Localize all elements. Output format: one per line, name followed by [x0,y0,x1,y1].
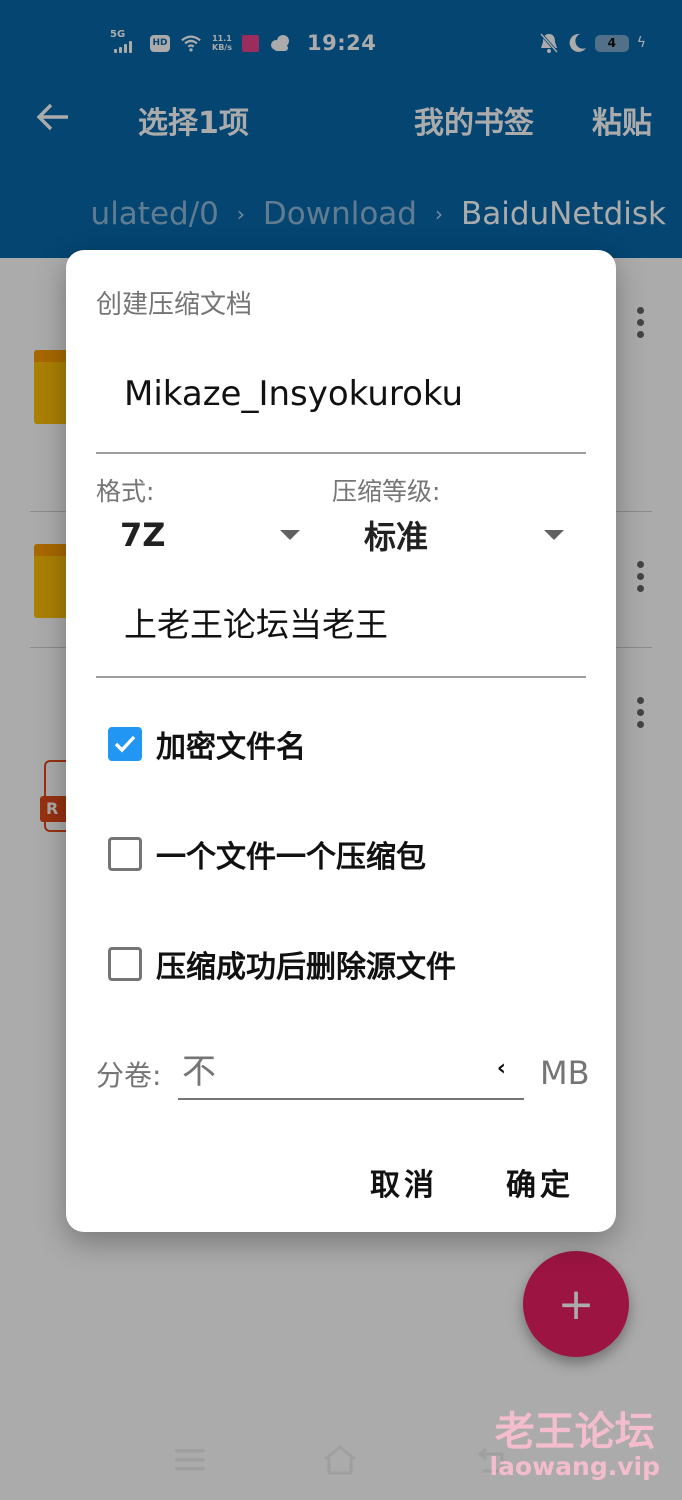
split-volume-field[interactable]: ‹ [178,1046,524,1100]
checkbox-label: 压缩成功后删除源文件 [156,950,456,985]
create-archive-dialog: 创建压缩文档 格式: 压缩等级: 7Z 标准 加密文件名 一个文件一个压缩包 压… [66,250,616,1232]
compression-level-select[interactable]: 标准 [364,510,564,560]
archive-name-field[interactable] [96,362,586,454]
split-volume-input[interactable] [182,1048,462,1088]
compression-level-label: 压缩等级: [332,477,441,506]
chevron-left-icon[interactable]: ‹ [497,1056,506,1081]
dropdown-arrow-icon [280,530,300,540]
checkbox-checked-icon [108,727,142,761]
encrypt-filenames-checkbox[interactable]: 加密文件名 [108,724,306,765]
checkbox-unchecked-icon [108,947,142,981]
password-input[interactable] [124,602,584,641]
archive-name-input[interactable] [124,374,584,414]
checkbox-label: 一个文件一个压缩包 [156,840,426,875]
ok-button[interactable]: 确定 [506,1160,574,1204]
watermark: 老王论坛 laowang.vip [489,1409,660,1481]
checkbox-unchecked-icon [108,837,142,871]
split-volume-label: 分卷: [96,1059,162,1092]
delete-source-checkbox[interactable]: 压缩成功后删除源文件 [108,944,456,985]
format-value: 7Z [120,516,166,554]
dialog-title: 创建压缩文档 [96,290,253,320]
format-select[interactable]: 7Z [120,510,300,560]
one-archive-per-file-checkbox[interactable]: 一个文件一个压缩包 [108,834,426,875]
compression-level-value: 标准 [364,518,429,556]
dropdown-arrow-icon [544,530,564,540]
checkbox-label: 加密文件名 [156,730,306,765]
split-unit-label: MB [540,1054,590,1092]
format-label: 格式: [96,477,155,506]
cancel-button[interactable]: 取消 [370,1160,438,1204]
password-field[interactable] [96,590,586,678]
